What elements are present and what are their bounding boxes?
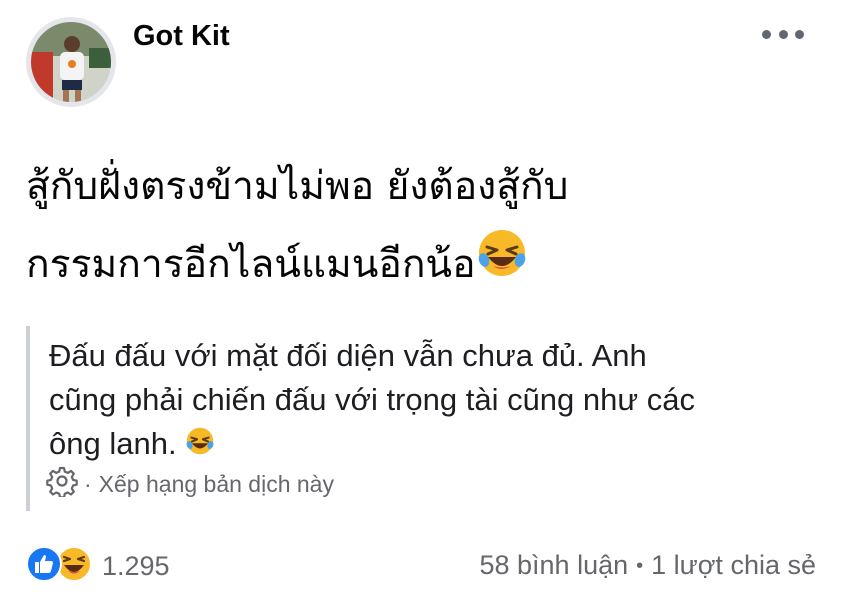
rate-separator: · — [84, 470, 92, 497]
post-text-line: กรรมการอีกไลน์แมนอีกน้อ — [26, 242, 476, 287]
translation-line: cũng phải chiến đấu với trọng tài cũng n… — [49, 382, 695, 417]
reactions-summary[interactable]: 1.295 — [26, 546, 170, 586]
comments-count-link[interactable]: 58 bình luận — [479, 550, 628, 580]
translation-block: Đấu đấu với mặt đối diện vẫn chưa đủ. An… — [26, 326, 810, 511]
author-name[interactable]: Got Kit — [133, 20, 230, 53]
reaction-count: 1.295 — [102, 550, 170, 581]
rate-translation-link[interactable]: · Xếp hạng bản dịch này — [46, 465, 334, 503]
translation-line: Đấu đấu với mặt đối diện vẫn chưa đủ. An… — [49, 338, 647, 373]
post-message: สู้กับฝั่งตรงข้ามไม่พอ ยังต้องสู้กับ กรร… — [26, 148, 816, 306]
gear-icon — [46, 465, 78, 503]
translation-line-3: ông lanh. — [49, 422, 799, 468]
rolling-laughing-emoji-icon — [185, 424, 215, 468]
post-footer: 1.295 58 bình luận • 1 lượt chia sẻ — [0, 540, 842, 590]
avatar[interactable] — [26, 17, 116, 107]
more-options-icon[interactable] — [762, 26, 804, 42]
rate-translation-label: Xếp hạng bản dịch này — [98, 470, 334, 497]
stats-separator: • — [636, 555, 644, 578]
post-text-line-2: กรรมการอีกไลน์แมนอีกน้อ — [26, 226, 816, 306]
translation-line: ông lanh. — [49, 426, 177, 461]
engagement-stats: 58 bình luận • 1 lượt chia sẻ — [479, 550, 816, 581]
profile-photo — [31, 22, 111, 102]
rolling-laughing-emoji-icon — [476, 227, 528, 306]
like-reaction-icon — [26, 546, 62, 586]
post-text-line: สู้กับฝั่งตรงข้ามไม่พอ ยังต้องสู้กับ — [26, 164, 569, 209]
shares-count-link[interactable]: 1 lượt chia sẻ — [651, 550, 816, 580]
post-header: Got Kit — [0, 0, 842, 120]
translated-text: Đấu đấu với mặt đối diện vẫn chưa đủ. An… — [49, 334, 799, 468]
